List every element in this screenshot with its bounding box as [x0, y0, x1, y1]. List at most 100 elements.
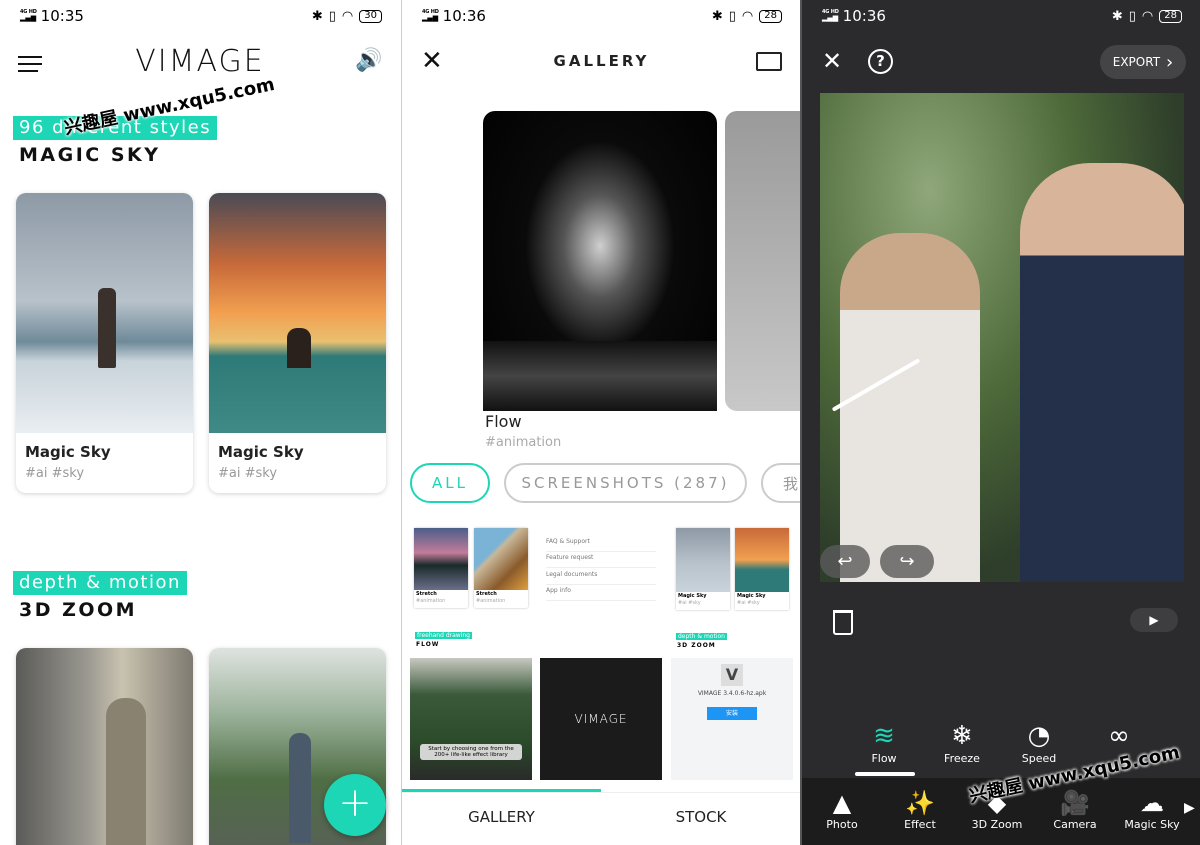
- tab-gallery[interactable]: GALLERY: [402, 808, 601, 826]
- card-tags: #ai #sky: [25, 466, 85, 481]
- trash-icon[interactable]: [833, 610, 853, 635]
- app-logo: VIMAGE: [135, 44, 265, 79]
- thumb-title: Magic Sky: [737, 593, 766, 599]
- gallery-thumbnail[interactable]: Stretch #animation Stretch #animation: [410, 522, 532, 612]
- wifi-icon: ◠: [341, 8, 354, 24]
- bluetooth-icon: ✱: [311, 8, 323, 24]
- tool-speed[interactable]: ◔ Speed: [1004, 720, 1074, 765]
- gallery-thumbnail[interactable]: Magic Sky #ai #sky Magic Sky #ai #sky: [670, 522, 792, 612]
- nav-label: Magic Sky: [1124, 818, 1180, 831]
- thumb-text: App info: [546, 587, 656, 601]
- card-tags: #ai #sky: [218, 466, 278, 481]
- nav-label: Photo: [826, 818, 858, 831]
- status-time: 10:36: [442, 7, 486, 25]
- status-bar: 4G HD ▂▄▆ 10:35 ✱ ▯ ◠ 30: [20, 6, 382, 26]
- bluetooth-icon: ✱: [711, 8, 723, 24]
- effect-card[interactable]: Magic Sky #ai #sky: [16, 193, 193, 493]
- thumb-text: Start by choosing one from the 200+ life…: [420, 744, 522, 760]
- tool-label: Flow: [871, 752, 897, 765]
- export-label: EXPORT: [1112, 55, 1161, 69]
- tool-label: Speed: [1021, 752, 1057, 765]
- nav-label: Effect: [904, 818, 936, 831]
- nav-label: 3D Zoom: [971, 818, 1023, 831]
- section-title: 3D ZOOM: [19, 599, 138, 621]
- battery-indicator: 28: [759, 9, 782, 23]
- flow-icon: ≋: [873, 721, 895, 751]
- gallery-thumbnail[interactable]: FAQ & Support Feature request Legal docu…: [540, 522, 662, 612]
- status-time: 10:36: [842, 7, 886, 25]
- help-icon[interactable]: ?: [868, 49, 893, 74]
- signal-indicator: 4G HD ▂▄▆: [422, 10, 439, 22]
- gallery-thumbnail[interactable]: VIMAGE: [540, 658, 662, 780]
- photo-icon: ▲: [832, 789, 852, 817]
- featured-tags: #animation: [485, 435, 562, 450]
- card-title: Magic Sky: [25, 443, 111, 461]
- snowflake-icon: ❄: [951, 721, 973, 751]
- sound-toggle-icon[interactable]: 🔊: [355, 48, 382, 73]
- tool-flow[interactable]: ≋ Flow: [849, 720, 919, 765]
- tool-freeze[interactable]: ❄ Freeze: [927, 720, 997, 765]
- nav-effect[interactable]: ✨ Effect: [882, 788, 958, 831]
- effect-card[interactable]: Magic Sky #ai #sky: [209, 193, 386, 493]
- card-image: [16, 193, 193, 433]
- nav-photo[interactable]: ▲ Photo: [804, 788, 880, 831]
- thumb-text: FAQ & Support: [546, 538, 656, 552]
- play-button[interactable]: ▶: [1130, 608, 1178, 632]
- thumb-title: FLOW: [416, 641, 440, 648]
- featured-title: Flow: [485, 412, 522, 431]
- thumb-title: Stretch: [416, 591, 437, 597]
- filter-chip-screenshots[interactable]: SCREENSHOTS (287): [504, 463, 747, 503]
- next-effect-card[interactable]: [725, 111, 800, 411]
- section-tag: 96 different styles: [13, 116, 218, 140]
- wifi-icon: ◠: [1141, 8, 1154, 24]
- page-title: GALLERY: [553, 52, 650, 70]
- folder-icon[interactable]: [756, 52, 782, 71]
- tool-label: Freeze: [944, 752, 980, 765]
- section-title: MAGIC SKY: [19, 144, 161, 166]
- signal-icon: ▂▄▆: [822, 14, 839, 22]
- status-bar: 4G HD ▂▄▆ 10:36 ✱ ▯ ◠ 28: [822, 6, 1182, 26]
- thumb-tags: #animation: [416, 598, 446, 604]
- card-image: [209, 193, 386, 433]
- redo-button[interactable]: ↪: [880, 545, 934, 578]
- export-button[interactable]: EXPORT ›: [1100, 45, 1186, 79]
- gallery-thumbnail[interactable]: Start by choosing one from the 200+ life…: [410, 658, 532, 780]
- featured-effect-card[interactable]: [483, 111, 717, 411]
- effect-card[interactable]: [16, 648, 193, 845]
- thumb-tags: #animation: [476, 598, 506, 604]
- status-bar: 4G HD ▂▄▆ 10:36 ✱ ▯ ◠ 28: [422, 6, 782, 26]
- add-fab-button[interactable]: +: [324, 774, 386, 836]
- signal-indicator: 4G HD ▂▄▆: [20, 10, 37, 22]
- scroll-right-icon[interactable]: ▶: [1184, 800, 1195, 816]
- vibrate-icon: ▯: [328, 8, 336, 24]
- gallery-screen: 4G HD ▂▄▆ 10:36 ✱ ▯ ◠ 28 ✕ GALLERY Flow #an…: [401, 0, 800, 845]
- tab-stock[interactable]: STOCK: [601, 808, 800, 826]
- bluetooth-icon: ✱: [1111, 8, 1123, 24]
- vibrate-icon: ▯: [1128, 8, 1136, 24]
- wifi-icon: ◠: [741, 8, 754, 24]
- thumb-tags: #ai #sky: [737, 600, 760, 606]
- undo-button[interactable]: ↩: [820, 545, 870, 578]
- thumb-tag: freehand drawing: [415, 632, 472, 639]
- thumb-text: Feature request: [546, 554, 656, 568]
- filter-chip-all[interactable]: ALL: [410, 463, 490, 503]
- nav-magic-sky[interactable]: ☁ Magic Sky: [1114, 788, 1190, 831]
- vibrate-icon: ▯: [728, 8, 736, 24]
- signal-indicator: 4G HD ▂▄▆: [822, 10, 839, 22]
- nav-3d-zoom[interactable]: ◆ 3D Zoom: [959, 788, 1035, 831]
- 3d-zoom-icon: ◆: [987, 789, 1007, 817]
- signal-icon: ▂▄▆: [20, 14, 37, 22]
- thumb-title: Magic Sky: [678, 593, 707, 599]
- card-image: [16, 648, 193, 845]
- card-title: Magic Sky: [218, 443, 304, 461]
- photo-canvas[interactable]: ↩ ↪: [820, 93, 1184, 582]
- thumb-text: Legal documents: [546, 571, 656, 585]
- nav-camera[interactable]: 🎥 Camera: [1037, 788, 1113, 831]
- thumb-text: VIMAGE 3.4.0.6-hz.apk: [697, 690, 767, 697]
- active-tool-indicator: [855, 772, 915, 776]
- close-icon[interactable]: ✕: [822, 47, 842, 75]
- thumb-tags: #ai #sky: [678, 600, 701, 606]
- filter-chip-other[interactable]: 我: [761, 463, 800, 503]
- tool-path[interactable]: ∞: [1084, 720, 1154, 752]
- gallery-thumbnail[interactable]: V VIMAGE 3.4.0.6-hz.apk 安装: [671, 658, 793, 780]
